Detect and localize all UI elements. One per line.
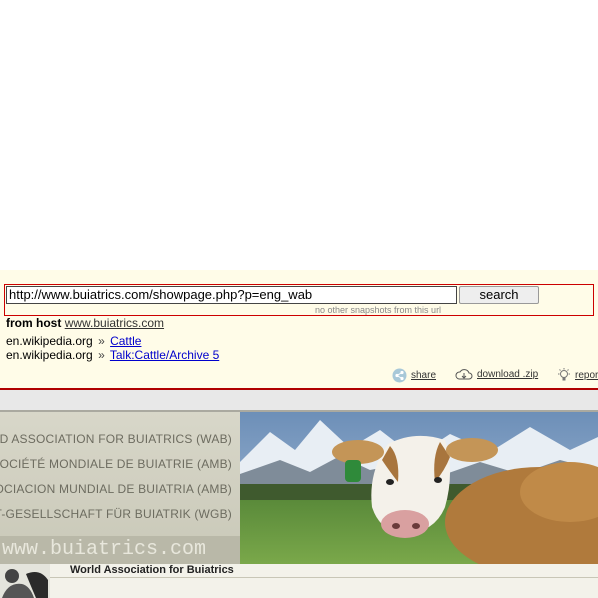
banner-line-amb-es: ASOCIACION MUNDIAL DE BUIATRIA (AMB) <box>0 482 232 496</box>
url-input[interactable]: http://www.buiatrics.com/showpage.php?p=… <box>6 286 457 304</box>
lightbulb-icon <box>558 368 570 381</box>
banner-url-watermark: www.buiatrics.com <box>0 536 240 564</box>
share-icon <box>392 368 407 383</box>
footer-thumbnail <box>0 564 50 598</box>
blank-area <box>0 0 598 270</box>
from-host-label: from host <box>6 316 62 330</box>
report-action[interactable]: report <box>557 368 598 383</box>
snapshot-note: no other snapshots from this url <box>315 305 442 315</box>
archive-toolbar: http://www.buiatrics.com/showpage.php?p=… <box>0 270 598 390</box>
reference-link-cattle[interactable]: Cattle <box>110 334 141 348</box>
banner-line-wab: WORLD ASSOCIATION FOR BUIATRICS (WAB) <box>0 432 232 446</box>
cow-photo <box>240 412 598 564</box>
footer-title: World Association for Buiatrics <box>70 564 234 576</box>
site-banner: WORLD ASSOCIATION FOR BUIATRICS (WAB) SO… <box>0 410 598 564</box>
report-label: report <box>575 370 598 381</box>
banner-text-panel: WORLD ASSOCIATION FOR BUIATRICS (WAB) SO… <box>0 412 240 564</box>
banner-line-amb-fr: SOCIÉTÉ MONDIALE DE BUIATRIE (AMB) <box>0 457 232 471</box>
separator-band <box>0 390 598 410</box>
share-action[interactable]: share <box>392 368 436 383</box>
banner-line-wgb: WELT-GESELLSCHAFT FÜR BUIATRIK (WGB) <box>0 507 232 521</box>
footer-strip: World Association for Buiatrics <box>0 564 598 598</box>
from-host: from host www.buiatrics.com <box>6 316 164 330</box>
reference-separator: » <box>98 334 105 348</box>
cloud-download-icon <box>455 369 473 380</box>
download-label: download .zip <box>477 369 539 380</box>
search-button[interactable]: search <box>459 286 539 304</box>
host-link[interactable]: www.buiatrics.com <box>65 316 164 330</box>
share-label: share <box>411 370 437 381</box>
reference-row: en.wikipedia.org » Cattle <box>6 334 141 348</box>
reference-domain: en.wikipedia.org <box>6 348 93 362</box>
reference-separator: » <box>98 348 105 362</box>
footer-divider <box>50 577 598 578</box>
reference-link-talk-cattle[interactable]: Talk:Cattle/Archive 5 <box>110 348 219 362</box>
download-action[interactable]: download .zip <box>455 368 538 381</box>
reference-domain: en.wikipedia.org <box>6 334 93 348</box>
url-search-form: http://www.buiatrics.com/showpage.php?p=… <box>4 284 594 316</box>
actions-row: share download .zip report <box>0 368 598 386</box>
reference-row: en.wikipedia.org » Talk:Cattle/Archive 5 <box>6 348 219 362</box>
